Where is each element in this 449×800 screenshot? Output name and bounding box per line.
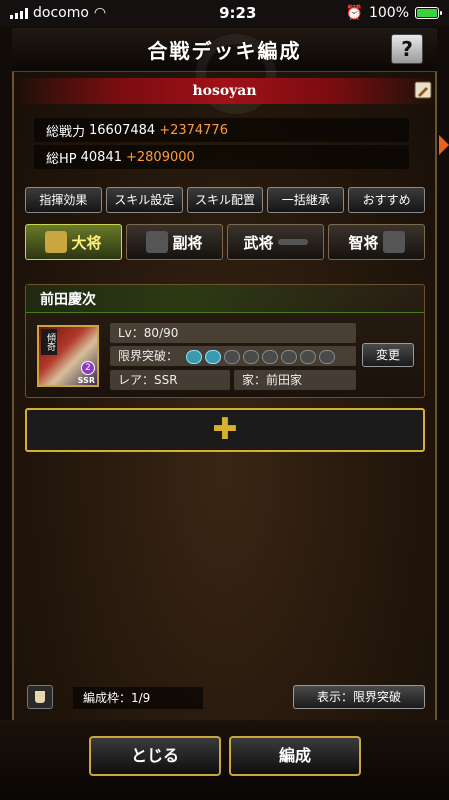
tab-strategist[interactable]: 智将 xyxy=(328,224,425,260)
user-name: hosoyan xyxy=(192,83,257,99)
helmet-icon xyxy=(45,231,68,253)
help-button[interactable]: ? xyxy=(391,34,423,64)
action-buttons: 指揮効果 スキル設定 スキル配置 一括継承 おすすめ xyxy=(25,187,425,213)
level-current: 80 xyxy=(143,326,160,340)
tab-warrior[interactable]: 武将 xyxy=(227,224,324,260)
portrait-rarity: SSR xyxy=(77,376,95,385)
limit-break-field: 限界突破： xyxy=(110,346,356,366)
wifi-icon: ◠ xyxy=(93,5,107,21)
sword-icon xyxy=(277,239,308,245)
level-field: Lv：80/90 xyxy=(110,323,356,343)
total-hp-label: 総HP xyxy=(46,151,77,167)
skill-settings-button[interactable]: スキル設定 xyxy=(105,187,183,213)
tab-general[interactable]: 大将 xyxy=(25,224,122,260)
armor-icon xyxy=(146,231,169,253)
house-field: 家：前田家 xyxy=(234,370,356,390)
carrier-label: docomo xyxy=(33,5,89,21)
portrait-badge: 2 xyxy=(81,361,95,375)
status-right: ⏰ 100% xyxy=(345,5,442,21)
title-bar: 合戦デッキ編成 ? xyxy=(12,28,437,114)
limit-break-icon xyxy=(185,349,202,364)
total-hp-bonus: +2809000 xyxy=(125,149,195,165)
deck-slot-count: 編成枠：1/9 xyxy=(73,687,203,709)
limit-break-icon xyxy=(318,349,335,364)
bulk-inherit-button[interactable]: 一括継承 xyxy=(267,187,345,213)
side-panel-arrow-icon[interactable] xyxy=(439,135,449,155)
footer: とじる 編成 xyxy=(0,720,449,800)
limit-break-icon xyxy=(204,349,221,364)
alarm-icon: ⏰ xyxy=(345,5,363,21)
battery-percent: 100% xyxy=(368,5,409,21)
formation-button[interactable]: 編成 xyxy=(229,736,361,776)
cup-icon[interactable] xyxy=(27,685,53,709)
tab-general-label: 大将 xyxy=(71,233,102,252)
limit-break-icon xyxy=(280,349,297,364)
bottom-info-bar: 編成枠：1/9 表示：限界突破 xyxy=(25,685,425,711)
level-label: Lv： xyxy=(118,326,144,340)
status-time: 9:23 xyxy=(219,4,257,22)
total-power-value: 16607484 xyxy=(89,122,156,138)
user-name-banner: hosoyan xyxy=(12,78,437,104)
total-power-bonus: +2374776 xyxy=(159,122,228,138)
add-general-slot[interactable]: ✚ xyxy=(25,408,425,452)
tab-warrior-label: 武将 xyxy=(243,233,274,252)
role-tabs: 大将 副将 武将 智将 xyxy=(25,224,425,260)
skill-placement-button[interactable]: スキル配置 xyxy=(186,187,264,213)
fan-icon xyxy=(382,231,405,253)
general-card[interactable]: 前田慶次 傾奇 2 SSR Lv：80/90 限界突破： レア：SSR 家：前田… xyxy=(25,284,425,398)
total-power-row: 総戦力 16607484 +2374776 xyxy=(34,118,409,142)
display-mode-button[interactable]: 表示：限界突破 xyxy=(293,685,425,709)
limit-break-icons xyxy=(185,349,335,364)
change-general-button[interactable]: 変更 xyxy=(362,343,414,367)
level-max: /90 xyxy=(159,326,179,340)
card-name-bar: 前田慶次 xyxy=(26,285,424,313)
edit-name-icon[interactable] xyxy=(413,80,433,100)
recommend-button[interactable]: おすすめ xyxy=(348,187,425,213)
signal-icon xyxy=(10,7,28,19)
battery-icon xyxy=(415,7,442,19)
command-effect-button[interactable]: 指揮効果 xyxy=(25,187,102,213)
total-hp-value: 40841 xyxy=(80,149,122,165)
limit-break-icon xyxy=(299,349,316,364)
limit-break-icon xyxy=(242,349,259,364)
tab-vice-general[interactable]: 副将 xyxy=(126,224,223,260)
plus-icon: ✚ xyxy=(212,412,238,447)
close-button[interactable]: とじる xyxy=(89,736,221,776)
deck-stats: 総戦力 16607484 +2374776 総HP 40841 +2809000 xyxy=(34,118,409,170)
total-power-label: 総戦力 xyxy=(46,124,86,140)
total-hp-row: 総HP 40841 +2809000 xyxy=(34,145,409,169)
general-portrait[interactable]: 傾奇 2 SSR xyxy=(37,325,99,387)
status-bar: docomo ◠ 9:23 ⏰ 100% xyxy=(0,0,449,26)
tab-strategist-label: 智将 xyxy=(348,233,379,252)
limit-break-label: 限界突破： xyxy=(118,349,179,363)
limit-break-icon xyxy=(223,349,240,364)
portrait-kanji: 傾奇 xyxy=(41,329,57,355)
tab-vice-general-label: 副将 xyxy=(172,233,203,252)
card-name: 前田慶次 xyxy=(40,291,96,308)
limit-break-icon xyxy=(261,349,278,364)
rarity-field: レア：SSR xyxy=(110,370,230,390)
